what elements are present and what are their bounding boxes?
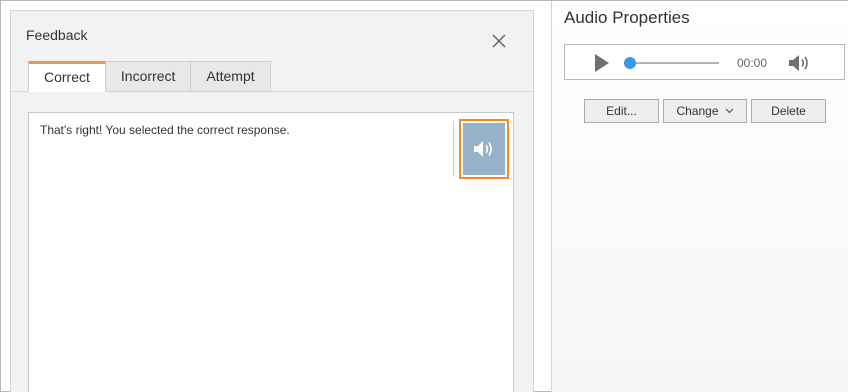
close-button[interactable] <box>489 31 509 51</box>
close-icon <box>492 34 506 48</box>
change-button-label: Change <box>676 104 719 118</box>
volume-button[interactable] <box>787 52 813 74</box>
audio-actions: Edit... Change Delete <box>584 99 826 123</box>
feedback-tabs: Correct Incorrect Attempt <box>28 61 271 92</box>
audio-properties-panel: Audio Properties 00:00 Edit... Change De… <box>552 1 848 392</box>
change-button[interactable]: Change <box>663 99 747 123</box>
progress-thumb[interactable] <box>624 57 636 69</box>
tab-attempt[interactable]: Attempt <box>191 61 271 92</box>
volume-icon <box>789 55 808 71</box>
dialog-title: Feedback <box>26 27 88 43</box>
tab-incorrect[interactable]: Incorrect <box>105 61 192 92</box>
feedback-text-area[interactable]: That's right! You selected the correct r… <box>28 112 514 392</box>
delete-button-label: Delete <box>771 104 806 118</box>
audio-button[interactable] <box>459 119 509 179</box>
feedback-dialog: Feedback Correct Incorrect Attempt That'… <box>10 10 534 392</box>
edit-button-label: Edit... <box>606 104 637 118</box>
play-button[interactable] <box>592 54 612 72</box>
time-display: 00:00 <box>737 56 768 70</box>
delete-button[interactable]: Delete <box>751 99 826 123</box>
play-icon <box>595 54 609 72</box>
audio-player: 00:00 <box>564 44 845 80</box>
speaker-icon <box>474 141 492 157</box>
edit-button[interactable]: Edit... <box>584 99 659 123</box>
feedback-text: That's right! You selected the correct r… <box>40 123 290 137</box>
panel-title: Audio Properties <box>564 8 690 27</box>
audio-button-face <box>463 123 505 175</box>
progress-track[interactable] <box>628 62 719 64</box>
content-separator <box>453 121 454 177</box>
chevron-down-icon <box>725 108 733 114</box>
tab-correct[interactable]: Correct <box>28 61 106 92</box>
